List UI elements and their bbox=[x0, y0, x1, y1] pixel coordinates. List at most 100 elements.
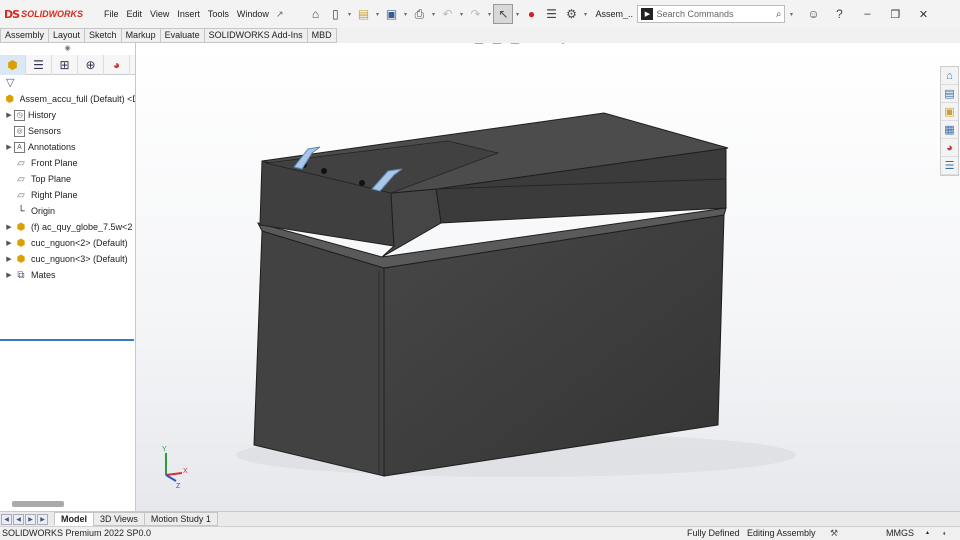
tab-model[interactable]: Model bbox=[54, 512, 94, 526]
configuration-manager-tab-icon[interactable]: ⊞ bbox=[52, 54, 78, 75]
tree-item-label: Annotations bbox=[28, 142, 76, 152]
tab-layout[interactable]: Layout bbox=[48, 28, 86, 43]
tab-markup[interactable]: Markup bbox=[120, 28, 161, 43]
display-manager-tab-icon[interactable]: ◕ bbox=[104, 54, 130, 75]
select-caret-icon[interactable]: ▾ bbox=[513, 11, 521, 18]
mates-icon: ⧉ bbox=[17, 269, 25, 281]
battery-3d-model[interactable]: Y X Z bbox=[136, 43, 960, 511]
prev-tab-icon[interactable]: ◀ bbox=[13, 513, 24, 525]
tab-addins[interactable]: SOLIDWORKS Add-Ins bbox=[203, 28, 308, 43]
solidworks-resources-icon[interactable]: ⌂ bbox=[941, 67, 958, 85]
solidworks-logo[interactable]: DS SOLIDWORKS bbox=[0, 8, 100, 21]
close-window-icon[interactable]: ✕ bbox=[909, 8, 937, 21]
units-caret-icon[interactable]: ▴ bbox=[926, 527, 929, 540]
rebuild-traffic-light-icon[interactable]: ● bbox=[521, 4, 541, 24]
redo-caret-icon[interactable]: ▾ bbox=[485, 11, 493, 18]
tab-evaluate[interactable]: Evaluate bbox=[159, 28, 205, 43]
undo-icon[interactable]: ↶ bbox=[437, 4, 457, 24]
options-caret-icon[interactable]: ▾ bbox=[581, 11, 589, 18]
open-caret-icon[interactable]: ▾ bbox=[373, 11, 381, 18]
tab-assembly[interactable]: Assembly bbox=[0, 28, 50, 43]
tree-item-label: Sensors bbox=[28, 126, 62, 136]
feature-manager-tab-icon[interactable]: ⬢ bbox=[0, 54, 26, 75]
tree-item-terminal-2[interactable]: ▶ ⬢ cuc_nguon<2> (Default) bbox=[0, 235, 135, 251]
coordinate-triad[interactable]: Y X Z bbox=[162, 446, 188, 490]
custom-properties-icon[interactable]: ☰ bbox=[941, 157, 958, 175]
help-icon[interactable]: ? bbox=[829, 4, 849, 24]
menu-window[interactable]: Window bbox=[233, 9, 273, 19]
open-folder-icon[interactable]: ▤ bbox=[353, 4, 373, 24]
tab-sketch[interactable]: Sketch bbox=[84, 28, 122, 43]
dimxpert-tab-icon[interactable]: ⊕ bbox=[78, 54, 104, 75]
tree-item-history[interactable]: ▶ ◷ History bbox=[0, 107, 135, 123]
file-explorer-icon[interactable]: ▣ bbox=[941, 103, 958, 121]
home-icon[interactable]: ⌂ bbox=[305, 4, 325, 24]
view-palette-icon[interactable]: ▦ bbox=[941, 121, 958, 139]
menu-insert[interactable]: Insert bbox=[173, 9, 204, 19]
tree-item-terminal-3[interactable]: ▶ ⬢ cuc_nguon<3> (Default) bbox=[0, 251, 135, 267]
part-icon: ⬢ bbox=[16, 221, 26, 233]
expand-arrow-icon[interactable]: ▶ bbox=[4, 255, 14, 263]
tree-item-front-plane[interactable]: ▱ Front Plane bbox=[0, 155, 135, 171]
file-properties-icon[interactable]: ☰ bbox=[541, 4, 561, 24]
expand-arrow-icon[interactable]: ▶ bbox=[4, 271, 14, 279]
print-caret-icon[interactable]: ▾ bbox=[429, 11, 437, 18]
tree-item-top-plane[interactable]: ▱ Top Plane bbox=[0, 171, 135, 187]
tree-item-mates[interactable]: ▶ ⧉ Mates bbox=[0, 267, 135, 283]
select-arrow-icon[interactable]: ↖ bbox=[493, 4, 514, 24]
tab-mbd[interactable]: MBD bbox=[306, 28, 337, 43]
tree-item-sensors[interactable]: ◎ Sensors bbox=[0, 123, 135, 139]
triad-y-label: Y bbox=[162, 446, 167, 453]
options-gear-icon[interactable]: ⚙ bbox=[561, 4, 581, 24]
expand-arrow-icon[interactable]: ▶ bbox=[4, 239, 14, 247]
tree-item-battery-part[interactable]: ▶ ⬢ (f) ac_quy_globe_7.5w<2 bbox=[0, 219, 135, 235]
pin-menu-icon[interactable]: ↗ bbox=[276, 9, 284, 20]
menu-tools[interactable]: Tools bbox=[204, 9, 233, 19]
search-commands[interactable]: ▶ Search Commands ⌕ bbox=[637, 5, 786, 23]
tab-motion-study[interactable]: Motion Study 1 bbox=[143, 512, 218, 526]
tab-3d-views[interactable]: 3D Views bbox=[93, 512, 145, 526]
tree-root[interactable]: ⬢ Assem_accu_full (Default) <D bbox=[0, 91, 135, 107]
search-caret-icon[interactable]: ▾ bbox=[787, 11, 795, 18]
graphics-area[interactable]: ⌕ ⌕ ⇤ ▧ ▦ ▣▾ ■▾ ◉▾ ◕ ◒▾ ▭▾ ⊥ ❐ ❐ – ❐ ✕ bbox=[136, 43, 960, 511]
rollback-bar[interactable] bbox=[0, 339, 134, 341]
expand-arrow-icon[interactable]: ▶ bbox=[4, 223, 14, 231]
units-selector[interactable]: MMGS bbox=[886, 527, 914, 540]
menu-file[interactable]: File bbox=[100, 9, 123, 19]
rebuild-icon[interactable]: ⚒ bbox=[830, 527, 838, 540]
restore-window-icon[interactable]: ❐ bbox=[881, 8, 909, 21]
search-input[interactable]: Search Commands bbox=[656, 9, 775, 19]
appearances-icon[interactable]: ◕ bbox=[941, 139, 958, 157]
minimize-window-icon[interactable]: – bbox=[853, 8, 881, 20]
print-icon[interactable]: ⎙ bbox=[409, 4, 429, 24]
plane-icon: ▱ bbox=[17, 157, 25, 169]
expand-arrow-icon[interactable]: ▶ bbox=[4, 143, 14, 151]
property-manager-tab-icon[interactable]: ☰ bbox=[26, 54, 52, 75]
new-caret-icon[interactable]: ▾ bbox=[345, 11, 353, 18]
tag-icon[interactable]: ⬪ bbox=[943, 527, 946, 540]
search-icon[interactable]: ⌕ bbox=[776, 9, 785, 20]
user-account-icon[interactable]: ☺ bbox=[803, 4, 823, 24]
menu-edit[interactable]: Edit bbox=[123, 9, 147, 19]
menu-view[interactable]: View bbox=[146, 9, 173, 19]
new-document-icon[interactable]: ▯ bbox=[325, 4, 345, 24]
battery-side-face[interactable] bbox=[253, 230, 385, 477]
feature-tree: ⬢ Assem_accu_full (Default) <D ▶ ◷ Histo… bbox=[0, 91, 135, 341]
panel-collapse-handle[interactable]: ◉ bbox=[0, 43, 135, 55]
first-tab-icon[interactable]: ◀ bbox=[1, 513, 12, 525]
undo-caret-icon[interactable]: ▾ bbox=[457, 11, 465, 18]
redo-icon[interactable]: ↷ bbox=[465, 4, 485, 24]
next-tab-icon[interactable]: ▶ bbox=[25, 513, 36, 525]
horizontal-scrollbar[interactable] bbox=[12, 501, 64, 507]
tree-item-origin[interactable]: └ Origin bbox=[0, 203, 135, 219]
save-caret-icon[interactable]: ▾ bbox=[401, 11, 409, 18]
tree-item-annotations[interactable]: ▶ A Annotations bbox=[0, 139, 135, 155]
tree-item-label: Front Plane bbox=[31, 158, 78, 168]
expand-arrow-icon[interactable]: ▶ bbox=[4, 111, 14, 119]
tree-filter-icon[interactable]: ▽ bbox=[0, 75, 135, 91]
last-tab-icon[interactable]: ▶ bbox=[37, 513, 48, 525]
task-pane: ⌂ ▤ ▣ ▦ ◕ ☰ bbox=[940, 66, 959, 176]
save-icon[interactable]: ▣ bbox=[381, 4, 401, 24]
design-library-icon[interactable]: ▤ bbox=[941, 85, 958, 103]
tree-item-right-plane[interactable]: ▱ Right Plane bbox=[0, 187, 135, 203]
